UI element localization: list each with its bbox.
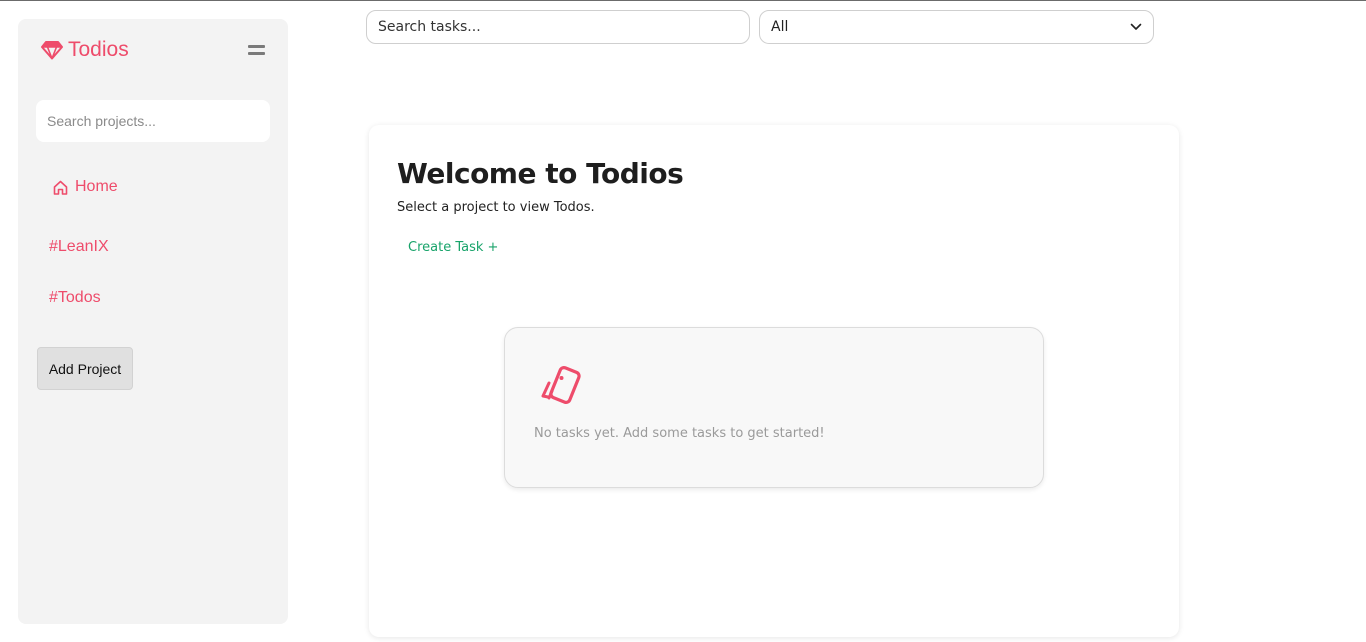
cards-icon [541,366,581,404]
page-subtitle: Select a project to view Todos. [397,200,595,215]
create-task-button[interactable]: Create Task + [408,240,498,255]
status-filter-select[interactable]: All [759,10,1154,44]
window-top-border [0,0,1366,1]
chevron-down-icon [1130,23,1142,30]
sidebar-item-home[interactable]: Home [52,177,118,197]
menu-toggle-icon[interactable] [248,43,268,57]
brand[interactable]: Todios [40,38,129,61]
sidebar-item-project-todos[interactable]: #Todos [49,289,101,307]
add-project-button[interactable]: Add Project [37,347,133,390]
main-card: Welcome to Todios Select a project to vi… [369,125,1179,637]
sidebar-item-label: Home [75,178,118,195]
empty-state-message: No tasks yet. Add some tasks to get star… [534,426,825,441]
page-title: Welcome to Todios [397,157,684,190]
task-search-input[interactable] [366,10,750,44]
home-icon [53,180,68,195]
gem-icon [41,41,63,60]
empty-state: No tasks yet. Add some tasks to get star… [504,327,1044,488]
brand-name: Todios [68,38,129,61]
status-filter-value: All [771,19,789,35]
sidebar: Todios Home #LeanIX #Todos Add Project [18,19,288,624]
project-search-input[interactable] [36,100,270,142]
sidebar-item-project-leanix[interactable]: #LeanIX [49,238,109,256]
